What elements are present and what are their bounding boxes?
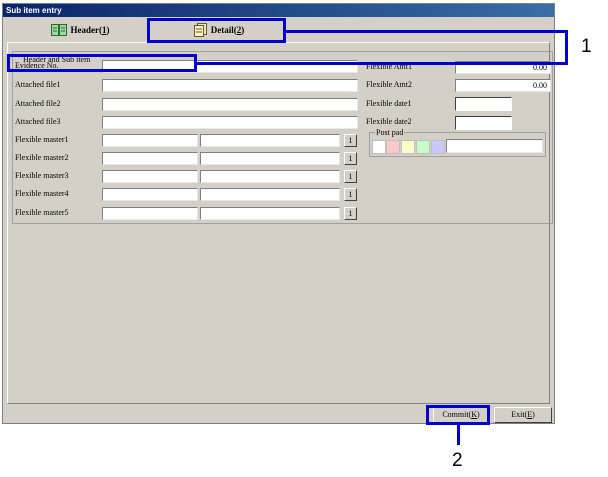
flexible-master5-code[interactable] (102, 207, 198, 220)
tab-header-label: Header(1) (70, 25, 110, 35)
flexible-master3-code[interactable] (102, 170, 198, 183)
tab-header[interactable]: Header(1) (35, 19, 125, 41)
post-pad-swatch-pink[interactable] (386, 140, 400, 154)
flexible-master3-name[interactable] (200, 170, 340, 183)
flexible-amt2-field[interactable]: 0.00 (455, 79, 551, 92)
callout-line-1-bottom (197, 62, 568, 65)
flexible-master2-label: Flexible master2 (15, 153, 69, 162)
flexible-date2-field[interactable] (455, 116, 512, 130)
window-title: Sub item entry (3, 4, 554, 17)
document-icon (193, 23, 207, 37)
flexible-master2-name[interactable] (200, 152, 340, 165)
flexible-master1-label: Flexible master1 (15, 135, 69, 144)
attached-file1-label: Attached file1 (15, 80, 61, 89)
post-pad-swatch-white[interactable] (372, 140, 386, 154)
flexible-master3-search-button[interactable]: 1 (344, 170, 357, 183)
flexible-master1-code[interactable] (102, 134, 198, 147)
evidence-no-label: Evidence No. (15, 61, 59, 70)
commit-button[interactable]: Commit(K) (433, 407, 489, 423)
tab-detail-label: Detail(2) (210, 25, 245, 35)
flexible-master2-code[interactable] (102, 152, 198, 165)
book-icon (50, 24, 67, 36)
post-pad-group: Post pad (369, 128, 546, 157)
flexible-amt2-label: Flexible Amt2 (366, 80, 412, 89)
post-pad-label: Post pad (375, 128, 405, 138)
flexible-master5-name[interactable] (200, 207, 340, 220)
flexible-master5-search-button[interactable]: 1 (344, 207, 357, 220)
callout-number-2: 2 (452, 450, 463, 471)
post-pad-text-field[interactable] (446, 139, 543, 153)
flexible-date1-field[interactable] (455, 97, 512, 111)
flexible-master1-search-button[interactable]: 1 (344, 134, 357, 147)
post-pad-swatch-yellow[interactable] (401, 140, 415, 154)
tab-detail[interactable]: Detail(2) (151, 19, 287, 41)
flexible-date2-label: Flexible date2 (366, 117, 412, 126)
flexible-master4-label: Flexible master4 (15, 189, 69, 198)
callout-number-1: 1 (581, 36, 592, 57)
attached-file2-field[interactable] (102, 98, 358, 111)
attached-file3-label: Attached file3 (15, 117, 61, 126)
flexible-master5-label: Flexible master5 (15, 208, 69, 217)
callout-line-1-top (286, 30, 568, 33)
flexible-master4-search-button[interactable]: 1 (344, 188, 357, 201)
tab-panel: Header and Sub item Evidence No. Attache… (7, 42, 553, 404)
attached-file3-field[interactable] (102, 116, 358, 129)
attached-file2-label: Attached file2 (15, 99, 61, 108)
post-pad-swatch-blue[interactable] (431, 140, 445, 154)
callout-line-1-vertical (565, 30, 568, 65)
flexible-master4-name[interactable] (200, 188, 340, 201)
callout-line-2 (457, 425, 460, 445)
flexible-master1-name[interactable] (200, 134, 340, 147)
post-pad-swatch-green[interactable] (416, 140, 430, 154)
attached-file1-field[interactable] (102, 79, 358, 92)
exit-button[interactable]: Exit(E) (494, 407, 552, 423)
flexible-master3-label: Flexible master3 (15, 171, 69, 180)
footer-bar: Commit(K) Exit(E) (7, 405, 552, 423)
flexible-date1-label: Flexible date1 (366, 99, 412, 108)
flexible-master4-code[interactable] (102, 188, 198, 201)
sub-item-entry-window: Sub item entry Header(1) Detail(2) Heade… (2, 3, 555, 424)
flexible-master2-search-button[interactable]: 1 (344, 152, 357, 165)
